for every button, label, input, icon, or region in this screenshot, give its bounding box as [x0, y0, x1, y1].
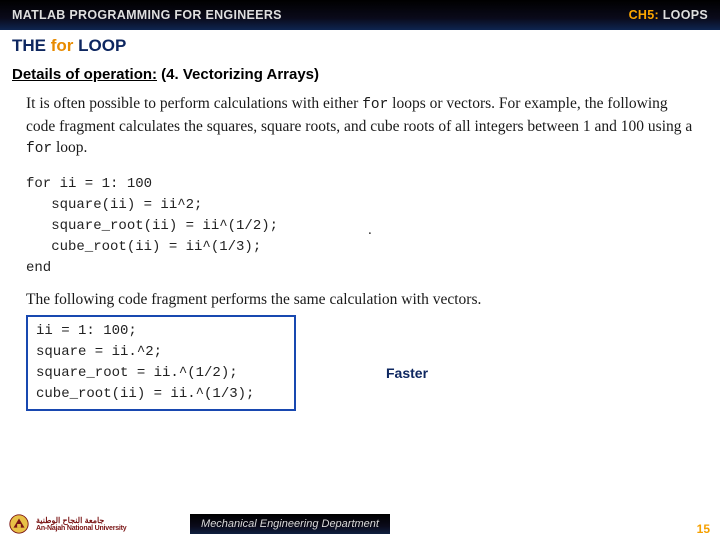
course-title: MATLAB PROGRAMMING FOR ENGINEERS — [12, 8, 282, 22]
chapter-label: CH5: LOOPS — [629, 8, 708, 22]
header-bar: MATLAB PROGRAMMING FOR ENGINEERS CH5: LO… — [0, 0, 720, 30]
vector-code-area: ii = 1: 100; square = ii.^2; square_root… — [26, 315, 694, 411]
para1-text-c: loop. — [52, 139, 87, 156]
para1-text-a: It is often possible to perform calculat… — [26, 95, 362, 112]
subtitle-label: Details of operation: — [12, 66, 157, 83]
content-area: It is often possible to perform calculat… — [0, 87, 720, 411]
footer: جامعة النجاح الوطنية An-Najah National U… — [0, 508, 720, 540]
department-bar: Mechanical Engineering Department — [190, 514, 390, 534]
faster-label: Faster — [386, 365, 428, 381]
university-name-en: An-Najah National University — [36, 525, 126, 532]
title-prefix: THE — [12, 36, 51, 55]
code-for-loop: for ii = 1: 100 square(ii) = ii^2; squar… — [26, 168, 694, 281]
stray-period: . — [368, 222, 372, 239]
university-logo-icon — [8, 513, 30, 535]
chapter-number: CH5: — [629, 8, 659, 22]
slide-title: THE for LOOP — [0, 30, 720, 60]
slide-subtitle: Details of operation: (4. Vectorizing Ar… — [0, 60, 720, 87]
page-number: 15 — [697, 522, 710, 536]
title-suffix: LOOP — [73, 36, 126, 55]
paragraph-2: The following code fragment performs the… — [26, 291, 694, 309]
paragraph-1: It is often possible to perform calculat… — [26, 93, 694, 160]
chapter-name: LOOPS — [659, 8, 708, 22]
title-for-keyword: for — [51, 36, 74, 55]
subtitle-rest: (4. Vectorizing Arrays) — [157, 66, 319, 83]
university-name-ar: جامعة النجاح الوطنية — [36, 517, 126, 525]
para1-code-for-2: for — [26, 141, 52, 157]
university-logo-area: جامعة النجاح الوطنية An-Najah National U… — [0, 513, 200, 535]
university-text: جامعة النجاح الوطنية An-Najah National U… — [36, 517, 126, 532]
code-vectorized: ii = 1: 100; square = ii.^2; square_root… — [26, 315, 296, 411]
para1-code-for-1: for — [362, 97, 388, 113]
